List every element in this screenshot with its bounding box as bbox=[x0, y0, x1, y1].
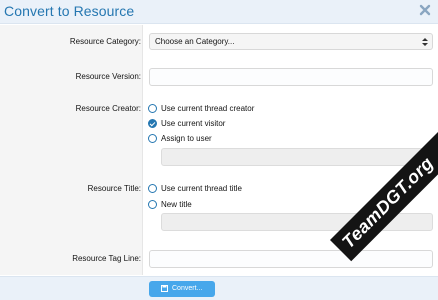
dialog-titlebar: Convert to Resource bbox=[0, 0, 438, 24]
convert-button[interactable]: Convert... bbox=[149, 281, 215, 297]
radio-label: New title bbox=[161, 200, 192, 209]
radio-circle-icon bbox=[148, 200, 157, 209]
resource-category-label: Resource Category: bbox=[69, 37, 141, 46]
select-arrows-icon bbox=[422, 38, 428, 46]
save-icon bbox=[161, 285, 168, 292]
resource-category-select[interactable]: Choose an Category... bbox=[149, 33, 433, 50]
radio-circle-icon bbox=[148, 104, 157, 113]
resource-creator-label: Resource Creator: bbox=[75, 104, 141, 113]
label-column bbox=[0, 25, 143, 275]
radio-checked-icon bbox=[148, 119, 157, 128]
convert-button-label: Convert... bbox=[172, 284, 203, 292]
radio-circle-icon bbox=[148, 184, 157, 193]
radio-label: Use current visitor bbox=[161, 119, 226, 128]
resource-tagline-label: Resource Tag Line: bbox=[72, 254, 141, 263]
radio-label: Use current thread title bbox=[161, 184, 242, 193]
assign-user-input[interactable] bbox=[161, 148, 433, 166]
resource-version-input[interactable] bbox=[149, 68, 433, 86]
resource-version-label: Resource Version: bbox=[75, 72, 141, 81]
radio-label: Assign to user bbox=[161, 134, 212, 143]
resource-tagline-input[interactable] bbox=[149, 250, 433, 268]
resource-category-value: Choose an Category... bbox=[155, 37, 235, 46]
radio-circle-icon bbox=[148, 134, 157, 143]
close-icon[interactable] bbox=[419, 4, 431, 16]
radio-label: Use current thread creator bbox=[161, 104, 255, 113]
dialog-footer bbox=[0, 276, 438, 300]
watermark: TeamDGT.org bbox=[338, 152, 438, 253]
dialog-title: Convert to Resource bbox=[4, 3, 135, 19]
resource-title-label: Resource Title: bbox=[87, 184, 141, 193]
